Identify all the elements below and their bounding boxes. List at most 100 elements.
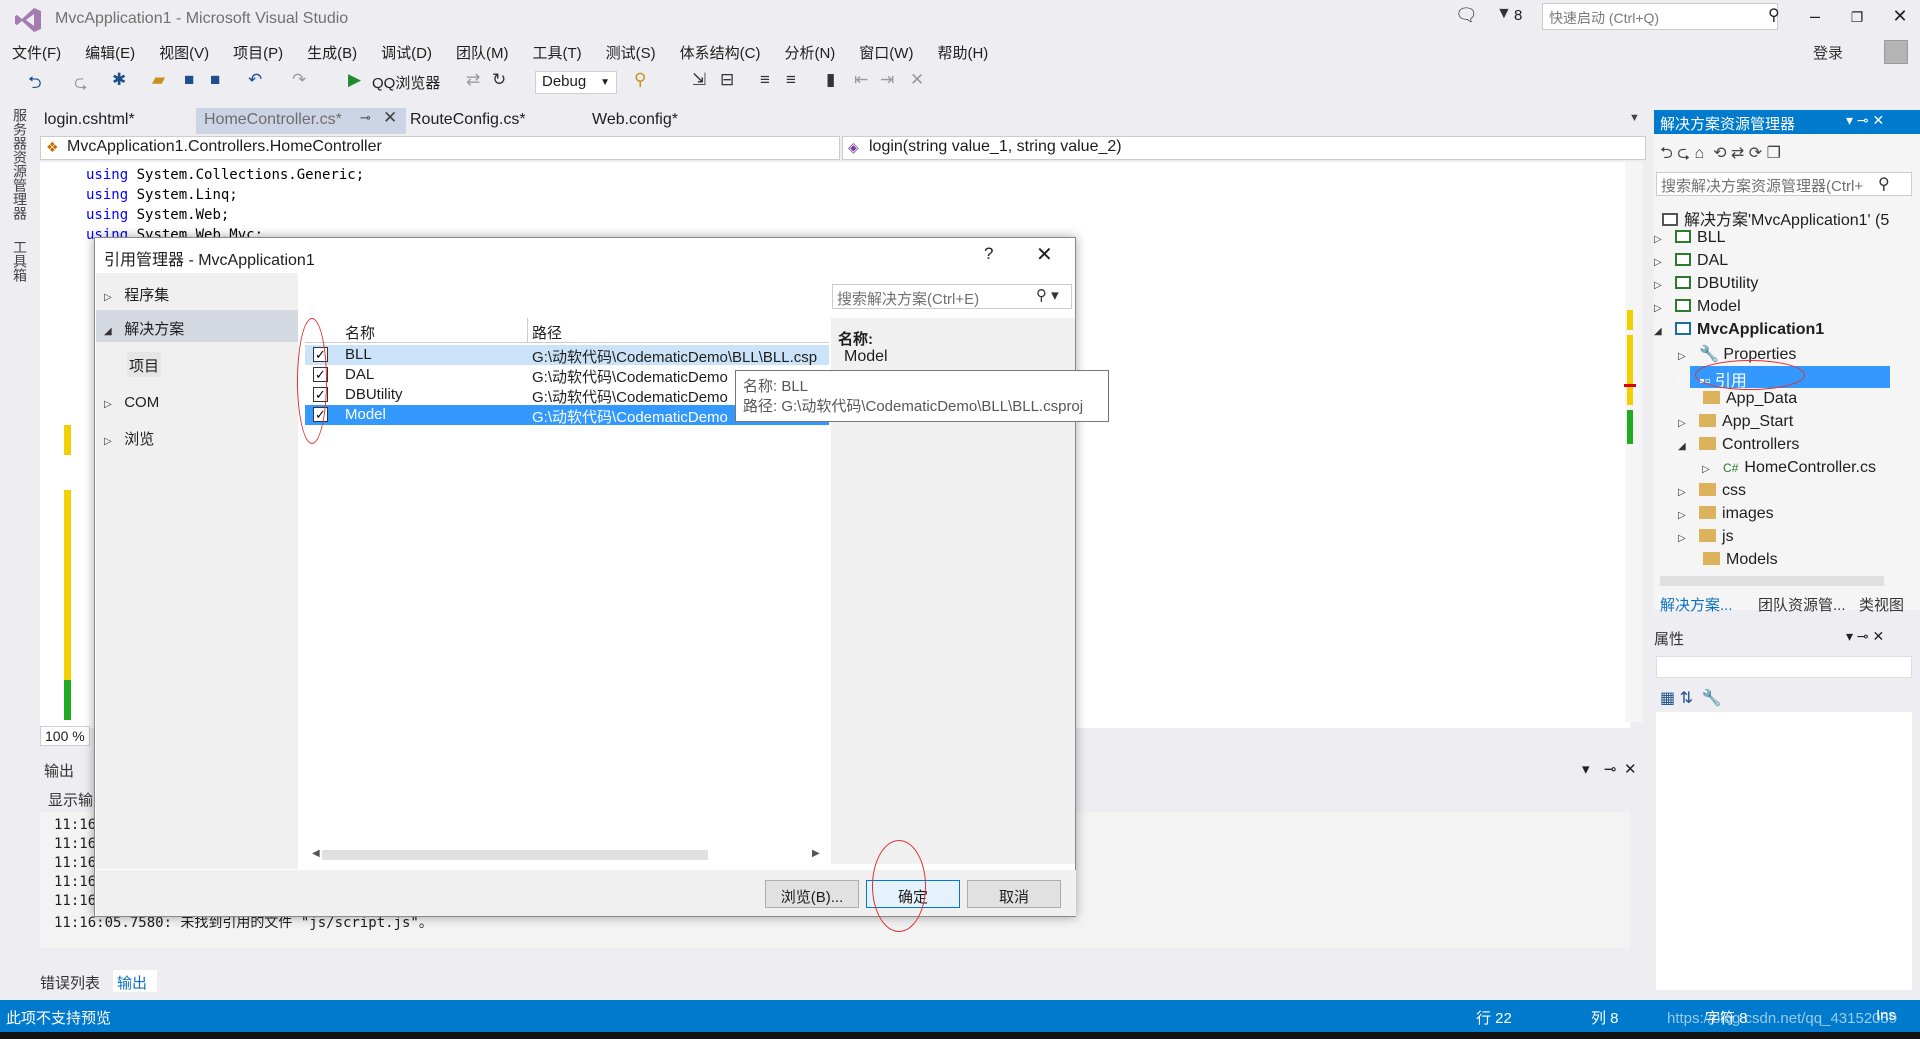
nav-com[interactable]: ▷ COM xyxy=(104,394,159,411)
menu-help[interactable]: 帮助(H) xyxy=(925,40,1000,64)
tree-folder-app-data[interactable]: App_Data xyxy=(1703,390,1797,408)
chevron-down-icon[interactable]: ▾ xyxy=(1582,760,1590,778)
restore-button[interactable]: ❐ xyxy=(1842,9,1872,26)
window-icon[interactable]: ⊟ xyxy=(720,70,734,90)
expand-icon[interactable]: ▷ xyxy=(1678,378,1686,389)
column-separator[interactable] xyxy=(527,318,528,342)
menu-analyze[interactable]: 分析(N) xyxy=(772,40,847,64)
tree-folder-css[interactable]: ▷ css xyxy=(1678,482,1746,500)
save-icon[interactable]: ■ xyxy=(184,70,194,90)
panel-window-buttons[interactable]: ▾ ⊸ ✕ xyxy=(1846,112,1884,129)
panel-window-buttons[interactable]: ▾ ⊸ ✕ xyxy=(1846,628,1884,645)
close-tab-icon[interactable]: ✕ xyxy=(383,108,397,128)
nav-assemblies[interactable]: ▷ 程序集 xyxy=(104,284,169,305)
menu-file[interactable]: 文件(F) xyxy=(0,40,73,64)
expand-icon[interactable]: ▷ xyxy=(1654,303,1662,314)
close-icon[interactable]: ✕ xyxy=(1624,760,1637,778)
minimize-button[interactable]: – xyxy=(1800,6,1830,27)
menu-view[interactable]: 视图(V) xyxy=(147,40,221,64)
properties-toolbar[interactable]: ▦ ⇅ 🔧 xyxy=(1660,688,1722,708)
filter-icon[interactable]: ▼ xyxy=(1496,5,1512,23)
properties-object-select[interactable] xyxy=(1656,656,1912,678)
dialog-close-button[interactable]: ✕ xyxy=(1036,242,1053,267)
cancel-button[interactable]: 取消 xyxy=(967,880,1061,908)
menu-window[interactable]: 窗口(W) xyxy=(847,40,925,64)
find-icon[interactable]: ⚲ xyxy=(634,70,646,90)
column-header-path[interactable]: 路径 xyxy=(532,322,562,343)
tree-solution[interactable]: 解决方案'MvcApplication1' (5 xyxy=(1662,206,1889,230)
tab-solution-explorer[interactable]: 解决方案... xyxy=(1660,594,1733,615)
redo-icon[interactable]: ↷ xyxy=(292,70,306,90)
expand-icon[interactable]: ▷ xyxy=(1678,487,1686,498)
tab-routeconfig[interactable]: RouteConfig.cs* xyxy=(402,108,534,134)
server-explorer-tab[interactable]: 服务器资源管理器 xyxy=(10,108,30,220)
outdent-icon[interactable]: ≡ xyxy=(786,70,796,90)
indent-icon[interactable]: ≡ xyxy=(760,70,770,90)
tab-webconfig[interactable]: Web.config* xyxy=(584,108,686,134)
tab-login-cshtml[interactable]: login.cshtml* xyxy=(36,108,143,134)
solution-explorer-toolbar[interactable]: ⮌ ⮎ ⌂ ⟲ ⇄ ⟳ ❐ xyxy=(1660,142,1781,169)
member-dropdown[interactable]: login(string value_1, string value_2) xyxy=(842,136,1646,160)
class-dropdown[interactable]: MvcApplication1.Controllers.HomeControll… xyxy=(40,136,840,160)
nav-solution[interactable]: ◢ 解决方案 xyxy=(104,318,184,339)
expand-icon[interactable]: ▷ xyxy=(1678,351,1686,362)
menu-build[interactable]: 生成(B) xyxy=(295,40,369,64)
collapse-icon[interactable]: ◢ xyxy=(1654,326,1662,337)
undo-icon[interactable]: ↶ xyxy=(248,70,262,90)
refresh-icon[interactable]: ↻ xyxy=(492,70,506,90)
back-icon[interactable]: ⮌ xyxy=(28,70,42,99)
menu-architecture[interactable]: 体系结构(C) xyxy=(668,40,773,64)
tab-homecontroller[interactable]: HomeController.cs* xyxy=(196,108,406,134)
solution-configuration-select[interactable]: Debug ▼ xyxy=(535,71,617,94)
tab-team-explorer[interactable]: 团队资源管... xyxy=(1758,594,1846,615)
tree-folder-controllers[interactable]: ◢ Controllers xyxy=(1678,436,1799,454)
toolbox-tab[interactable]: 工具箱 xyxy=(10,240,30,282)
browser-selector[interactable]: QQ浏览器 xyxy=(372,72,440,93)
browse-button[interactable]: 浏览(B)... xyxy=(765,880,859,908)
new-project-icon[interactable]: ✱ xyxy=(112,70,126,90)
forward-icon[interactable]: ⮎ xyxy=(74,70,88,99)
tab-class-view[interactable]: 类视图 xyxy=(1859,594,1904,615)
expand-icon[interactable]: ▷ xyxy=(1702,464,1710,475)
grid-horizontal-scrollbar[interactable] xyxy=(322,850,708,860)
login-link[interactable]: 登录 xyxy=(1813,42,1843,63)
expand-icon[interactable]: ▷ xyxy=(1678,510,1686,521)
expand-icon[interactable]: ▷ xyxy=(1678,418,1686,429)
menu-tools[interactable]: 工具(T) xyxy=(520,40,593,64)
tree-project-bll[interactable]: ▷ BLL xyxy=(1654,229,1726,247)
zoom-level[interactable]: 100 % xyxy=(40,726,90,746)
browser-link-icon[interactable]: ⇄ xyxy=(466,70,480,90)
help-button[interactable]: ? xyxy=(984,244,993,264)
expand-icon[interactable]: ▷ xyxy=(1654,234,1662,245)
bookmark-icon[interactable]: ▮ xyxy=(826,70,835,90)
menu-team[interactable]: 团队(M) xyxy=(444,40,521,64)
nav-projects[interactable]: 项目 xyxy=(127,352,161,377)
menu-project[interactable]: 项目(P) xyxy=(221,40,295,64)
table-row[interactable]: ✓ BLL G:\动软代码\CodematicDemo\BLL\BLL.csp xyxy=(305,345,829,366)
tab-error-list[interactable]: 错误列表 xyxy=(40,972,100,993)
tree-project-mvc[interactable]: ◢ MvcApplication1 xyxy=(1654,321,1824,339)
expand-icon[interactable]: ▷ xyxy=(1654,257,1662,268)
tree-project-dbutility[interactable]: ▷ DBUtility xyxy=(1654,275,1758,293)
scroll-left-icon[interactable]: ◀ xyxy=(312,848,320,859)
scroll-right-icon[interactable]: ▶ xyxy=(812,848,820,859)
start-debug-icon[interactable]: ▶ xyxy=(348,70,361,90)
tree-folder-app-start[interactable]: ▷ App_Start xyxy=(1678,413,1793,431)
tree-folder-js[interactable]: ▷ js xyxy=(1678,528,1734,546)
tree-file-homecontroller[interactable]: ▷ C# HomeController.cs xyxy=(1702,459,1876,477)
pin-icon[interactable]: ⊸ xyxy=(1604,760,1617,778)
tree-project-dal[interactable]: ▷ DAL xyxy=(1654,252,1728,270)
clear-bookmarks-icon[interactable]: ✕ xyxy=(910,70,924,90)
expand-icon[interactable]: ▷ xyxy=(1678,533,1686,544)
tree-project-model[interactable]: ▷ Model xyxy=(1654,298,1741,316)
chevron-down-icon[interactable]: ▼ xyxy=(1629,112,1640,124)
user-avatar-icon[interactable] xyxy=(1884,40,1908,64)
tab-output[interactable]: 输出 xyxy=(113,970,157,992)
nav-browse[interactable]: ▷ 浏览 xyxy=(104,428,154,449)
notification-icon[interactable]: 🗨 xyxy=(1455,5,1478,26)
pin-icon[interactable]: ⊸ xyxy=(360,110,371,126)
expand-icon[interactable]: ▷ xyxy=(1654,280,1662,291)
menu-test[interactable]: 测试(S) xyxy=(594,40,668,64)
close-window-button[interactable]: ✕ xyxy=(1885,6,1915,27)
solution-search-input[interactable]: 搜索解决方案资源管理器(Ctrl+ xyxy=(1656,172,1912,196)
